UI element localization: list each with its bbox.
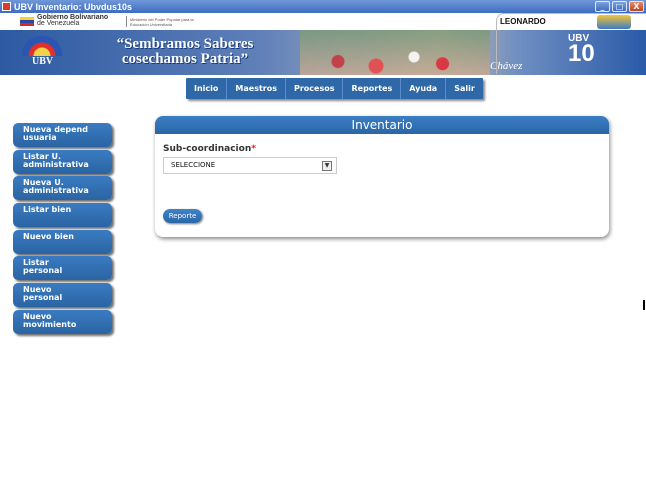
slogan-line2: cosechamos Patria” [121, 51, 249, 67]
nav-ayuda[interactable]: Ayuda [401, 78, 447, 99]
government-label: Gobierno Bolivariano de Venezuela [37, 14, 108, 27]
close-button[interactable]: X [629, 1, 644, 12]
sidebar-item-nuevo-bien[interactable]: Nuevo bien [13, 229, 112, 254]
sidebar-item-label: usuaria [23, 133, 57, 142]
sidebar-item-label: personal [23, 293, 63, 303]
required-mark: * [251, 144, 256, 154]
app-icon [2, 2, 11, 11]
nav-maestros[interactable]: Maestros [227, 78, 286, 99]
sidebar-item-nuevo-movimiento[interactable]: Nuevo movimiento [13, 309, 112, 334]
main-nav: Inicio Maestros Procesos Reportes Ayuda … [186, 78, 483, 99]
field-label-text: Sub-coordinacion [163, 144, 252, 154]
divider [126, 16, 127, 27]
sidebar-item-nuevo-personal[interactable]: Nuevo personal [13, 283, 112, 308]
nav-procesos[interactable]: Procesos [286, 78, 344, 99]
inventory-panel: Inventario Sub-coordinacion* SELECCIONE … [155, 116, 609, 237]
sidebar-item-label: administrativa [23, 186, 89, 196]
sidebar-item-nueva-depend-usuaria[interactable]: Nueva depend usuaria [13, 123, 112, 147]
nav-inicio[interactable]: Inicio [186, 78, 228, 99]
ubv-logo-mark-icon [22, 36, 62, 56]
sidebar-item-listar-bien[interactable]: Listar bien [13, 203, 112, 228]
banner-photo [300, 30, 490, 75]
slogan-line1: “Sembramos Saberes [116, 36, 254, 52]
window-titlebar: UBV Inventario: Ubvdus10s _ □ X [0, 0, 646, 13]
sidebar-item-label: Listar bien [23, 205, 72, 215]
ministry-label: Ministerio del Poder Popular para la Edu… [130, 17, 194, 27]
venezuela-flag-icon [20, 17, 34, 26]
sub-coordinacion-select[interactable]: SELECCIONE ▼ [163, 157, 337, 174]
select-value: SELECCIONE [171, 161, 216, 169]
gov-line2: de Venezuela [37, 20, 80, 27]
sidebar: Nueva depend usuaria Listar U. administr… [13, 123, 112, 337]
report-button[interactable]: Reporte [163, 209, 202, 223]
maximize-button[interactable]: □ [612, 1, 627, 12]
ubv-logo-text: UBV [32, 56, 54, 67]
text-cursor-icon [643, 300, 645, 310]
dropdown-arrow-icon[interactable]: ▼ [322, 161, 332, 171]
window-title: UBV Inventario: Ubvdus10s [14, 1, 133, 12]
sidebar-item-listar-personal[interactable]: Listar personal [13, 256, 112, 281]
nav-reportes[interactable]: Reportes [343, 78, 402, 99]
minimize-button[interactable]: _ [595, 1, 610, 12]
ubv-mini-logo [597, 15, 631, 29]
slogan: “Sembramos Saberes cosechamos Patria” [80, 37, 290, 67]
sidebar-item-label: administrativa [23, 159, 89, 169]
nav-salir[interactable]: Salir [446, 78, 483, 99]
sidebar-item-listar-u-administrativa[interactable]: Listar U. administrativa [13, 149, 112, 174]
ubv-logo: UBV [22, 36, 70, 72]
sidebar-item-label: movimiento [23, 319, 77, 329]
sidebar-item-label: personal [23, 266, 63, 276]
sub-coordinacion-label: Sub-coordinacion* [163, 144, 256, 154]
panel-title: Inventario [155, 116, 609, 134]
sidebar-item-label: Nuevo bien [23, 231, 74, 241]
sidebar-item-nueva-u-administrativa[interactable]: Nueva U. administrativa [13, 176, 112, 201]
